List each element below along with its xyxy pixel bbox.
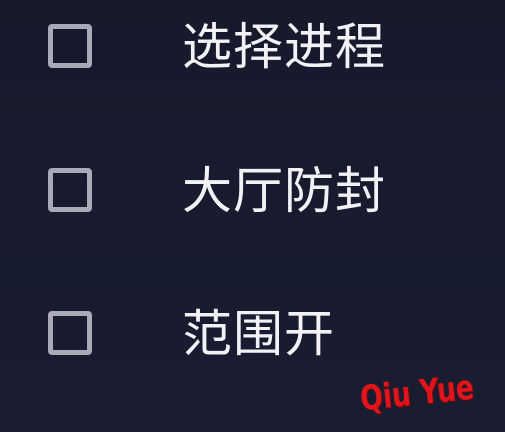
watermark-text: Qiu Yue — [358, 367, 476, 420]
option-select-process[interactable]: 选择进程 — [0, 2, 505, 92]
select-process-label: 选择进程 — [182, 18, 386, 76]
lobby-anti-ban-checkbox[interactable] — [48, 168, 92, 212]
range-on-checkbox[interactable] — [48, 311, 92, 355]
options-panel: 选择进程 大厅防封 范围开 Qiu Yue — [0, 0, 505, 432]
select-process-checkbox[interactable] — [48, 24, 92, 68]
option-lobby-anti-ban[interactable]: 大厅防封 — [0, 146, 505, 236]
range-on-label: 范围开 — [182, 305, 335, 363]
lobby-anti-ban-label: 大厅防封 — [182, 162, 386, 220]
